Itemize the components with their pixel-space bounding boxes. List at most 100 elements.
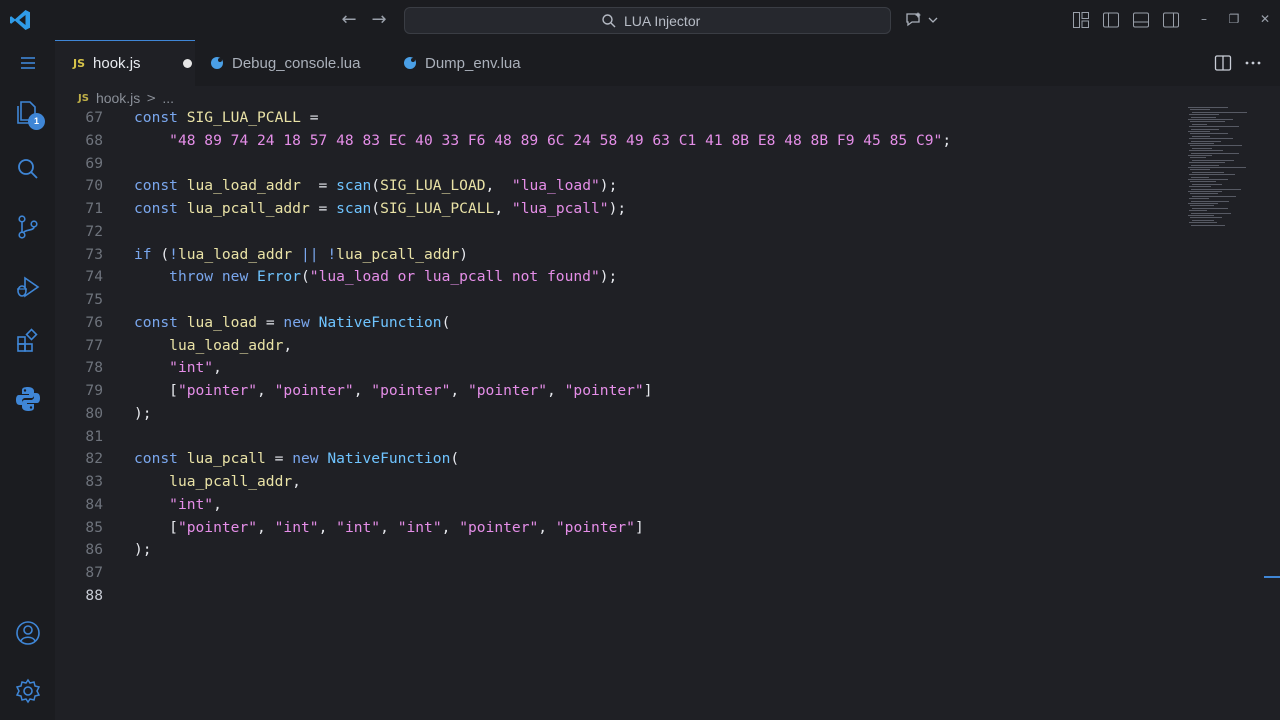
breadcrumb-separator: > [146, 91, 157, 105]
code-line[interactable]: 67 const SIG_LUA_PCALL = [55, 107, 1185, 129]
code-text[interactable]: ["pointer", "pointer", "pointer", "point… [134, 380, 652, 402]
line-number: 79 [85, 382, 103, 399]
tab-debug-console-lua[interactable]: Debug_console.lua [205, 40, 385, 86]
code-editor[interactable]: 67 const SIG_LUA_PCALL = 68 "48 89 74 24 1… [55, 107, 1185, 720]
js-file-icon: JS [73, 57, 86, 70]
code-text[interactable]: lua_load_addr, [134, 335, 292, 357]
minimap-line [1189, 198, 1209, 200]
code-text[interactable]: const lua_load_addr = scan(SIG_LUA_LOAD,… [134, 175, 617, 197]
python-icon[interactable] [13, 384, 43, 414]
minimap-line [1188, 215, 1214, 216]
toggle-panel-icon[interactable] [1132, 11, 1150, 29]
code-line[interactable]: 73 if (!lua_load_addr || !lua_pcall_addr) [55, 244, 1185, 266]
code-text[interactable]: "48 89 74 24 18 57 48 83 EC 40 33 F6 48 … [134, 130, 951, 152]
code-line[interactable]: 88 [55, 585, 1185, 607]
code-line[interactable]: 85 ["pointer", "int", "int", "int", "poi… [55, 517, 1185, 539]
run-debug-icon[interactable] [13, 272, 43, 302]
minimap-line [1192, 135, 1210, 137]
js-file-icon: JS [78, 92, 89, 104]
toggle-primary-sidebar-icon[interactable] [1102, 11, 1120, 29]
breadcrumb-file[interactable]: hook.js [96, 90, 140, 106]
code-line[interactable]: 87 [55, 562, 1185, 584]
line-number: 88 [85, 586, 103, 604]
breadcrumb-more[interactable]: ... [162, 90, 174, 106]
extensions-icon[interactable] [13, 326, 43, 356]
forward-arrow-icon[interactable]: → [369, 10, 389, 30]
toggle-secondary-sidebar-icon[interactable] [1162, 11, 1180, 29]
line-number: 76 [85, 313, 103, 331]
minimap-line [1189, 210, 1207, 212]
code-line[interactable]: 69 [55, 153, 1185, 175]
code-line[interactable]: 74 throw new Error("lua_load or lua_pcal… [55, 266, 1185, 288]
code-text[interactable]: "int", [134, 494, 222, 516]
code-line[interactable]: 71 const lua_pcall_addr = scan(SIG_LUA_PC… [55, 198, 1185, 220]
minimap-line [1192, 207, 1228, 209]
code-text[interactable]: "int", [134, 357, 222, 379]
code-line[interactable]: 86); [55, 539, 1185, 561]
code-line[interactable]: 83 lua_pcall_addr, [55, 471, 1185, 493]
account-icon[interactable] [13, 618, 43, 648]
code-text[interactable]: ["pointer", "int", "int", "int", "pointe… [134, 517, 644, 539]
line-number: 74 [85, 268, 103, 286]
close-icon[interactable]: ✕ [1256, 10, 1274, 28]
minimap-line [1189, 126, 1239, 128]
minimap-line [1192, 123, 1207, 125]
code-line[interactable]: 70 const lua_load_addr = scan(SIG_LUA_LOA… [55, 175, 1185, 197]
minimize-icon[interactable]: – [1195, 10, 1213, 28]
code-line[interactable]: 68 "48 89 74 24 18 57 48 83 EC 40 33 F6 … [55, 130, 1185, 152]
code-text[interactable]: ); [134, 539, 152, 561]
code-line[interactable]: 81 [55, 426, 1185, 448]
minimap-line [1189, 174, 1235, 176]
tab-label: Debug_console.lua [232, 54, 361, 72]
vscode-logo-icon[interactable] [8, 8, 32, 32]
source-control-icon[interactable] [13, 212, 43, 242]
line-number: 87 [85, 564, 103, 581]
minimap-line [1192, 171, 1224, 173]
code-line[interactable]: 82 const lua_pcall = new NativeFunction( [55, 448, 1185, 470]
code-text[interactable]: throw new Error("lua_load or lua_pcall n… [134, 266, 617, 288]
code-text[interactable]: const lua_pcall = new NativeFunction( [134, 448, 459, 470]
minimap-line [1189, 222, 1217, 224]
split-editor-icon[interactable] [1214, 54, 1232, 72]
code-line[interactable]: 80); [55, 403, 1185, 425]
code-text[interactable]: const lua_pcall_addr = scan(SIG_LUA_PCAL… [134, 198, 626, 220]
line-number: 75 [85, 291, 103, 308]
code-line[interactable]: 77 lua_load_addr, [55, 335, 1185, 357]
code-line[interactable]: 78 "int", [55, 357, 1185, 379]
line-number: 71 [85, 200, 103, 217]
code-text[interactable]: lua_pcall_addr, [134, 471, 301, 493]
code-text[interactable]: ); [134, 403, 152, 425]
more-actions-icon[interactable] [1244, 54, 1262, 72]
minimap-line [1190, 133, 1228, 135]
scrollbar-position-indicator[interactable] [1264, 576, 1280, 578]
minimap-line [1190, 217, 1222, 219]
restore-icon[interactable]: ❐ [1225, 10, 1243, 28]
line-number: 82 [85, 450, 103, 468]
minimap-line [1190, 145, 1242, 147]
minimap-line [1188, 131, 1210, 132]
customize-layout-icon[interactable] [1072, 11, 1090, 29]
line-number: 85 [85, 518, 103, 536]
code-line[interactable]: 75 [55, 289, 1185, 311]
unsaved-dot-icon[interactable] [182, 59, 192, 68]
code-line[interactable]: 84 "int", [55, 494, 1185, 516]
back-arrow-icon[interactable]: ← [339, 10, 359, 30]
code-text[interactable]: const SIG_LUA_PCALL = [134, 107, 319, 129]
code-text[interactable]: if (!lua_load_addr || !lua_pcall_addr) [134, 244, 468, 266]
activity-bar: 1 [0, 40, 55, 720]
minimap-line [1190, 193, 1218, 195]
search-icon[interactable] [13, 154, 43, 184]
tab-hook-js[interactable]: JS hook.js [55, 40, 195, 86]
code-text[interactable]: const lua_load = new NativeFunction( [134, 312, 450, 334]
minimap-line [1191, 140, 1221, 142]
copilot-chat-icon[interactable] [904, 10, 940, 30]
code-line[interactable]: 76 const lua_load = new NativeFunction( [55, 312, 1185, 334]
command-center-search[interactable]: LUA Injector [404, 7, 891, 34]
code-line[interactable]: 79 ["pointer", "pointer", "pointer", "po… [55, 380, 1185, 402]
settings-icon[interactable] [13, 676, 43, 706]
menu-icon[interactable] [13, 48, 43, 78]
code-line[interactable]: 72 [55, 221, 1185, 243]
tab-dump-env-lua[interactable]: Dump_env.lua [398, 40, 548, 86]
minimap-line [1188, 179, 1228, 180]
minimap[interactable] [1188, 107, 1258, 237]
